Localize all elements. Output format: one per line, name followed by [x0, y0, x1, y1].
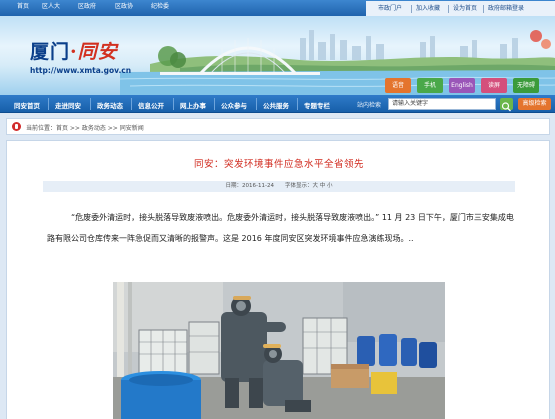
nav-item-news[interactable]: 政务动态 — [97, 100, 123, 110]
top-link-discipline[interactable]: 纪检委 — [151, 3, 169, 11]
add-favorite-link[interactable]: 加入收藏 — [416, 5, 440, 13]
top-link-home[interactable]: 首页 — [17, 3, 29, 11]
nav-item-disclosure[interactable]: 信息公开 — [138, 100, 164, 110]
screen-reader-button[interactable]: 读屏 — [481, 78, 507, 93]
divider — [48, 98, 49, 110]
nav-item-participation[interactable]: 公众参与 — [221, 100, 247, 110]
top-link-government[interactable]: 区政府 — [78, 3, 96, 11]
divider — [448, 5, 449, 13]
article-title: 同安：突发环境事件应急水平全省领先 — [193, 159, 364, 170]
search-input[interactable]: 请输入关键字 — [388, 98, 496, 110]
site-banner: 厦门·同安 http://www.xmta.gov.cn 语音 手机 Engli… — [0, 16, 555, 95]
advanced-search-button[interactable]: 高级检索 — [518, 98, 551, 110]
divider — [297, 98, 298, 110]
nav-item-about[interactable]: 走进同安 — [55, 100, 81, 110]
english-button[interactable]: English — [449, 78, 475, 93]
divider — [131, 98, 132, 110]
article-panel: 同安：突发环境事件应急水平全省领先 日期：2016-11-24 字体显示：大 中… — [6, 140, 550, 419]
article-photo — [113, 282, 445, 419]
main-nav: 同安首页 走进同安 政务动态 信息公开 网上办事 公众参与 公共服务 专题专栏 … — [0, 95, 555, 113]
breadcrumb: 当前位置：首页 >> 政务动态 >> 同安新闻 — [6, 118, 550, 135]
divider — [173, 98, 174, 110]
divider — [483, 5, 484, 13]
article-meta: 日期：2016-11-24 字体显示：大 中 小 — [43, 181, 515, 192]
logo-dot: · — [70, 41, 78, 63]
divider — [411, 5, 412, 13]
top-utility-bar: 首页 区人大 区政府 区政协 纪检委 市政门户 加入收藏 设为首页 政府邮箱登录 — [0, 0, 555, 16]
top-right-links: 市政门户 加入收藏 设为首页 政府邮箱登录 — [366, 1, 555, 16]
nav-item-online-service[interactable]: 网上办事 — [180, 100, 206, 110]
drill-scene-photo — [113, 282, 445, 419]
logo-city: 厦门 — [30, 41, 71, 63]
nav-item-home[interactable]: 同安首页 — [14, 100, 40, 110]
set-homepage-link[interactable]: 设为首页 — [453, 5, 477, 13]
mail-login-link[interactable]: 政府邮箱登录 — [488, 5, 524, 13]
voice-button[interactable]: 语音 — [385, 78, 411, 93]
page: 首页 区人大 区政府 区政协 纪检委 市政门户 加入收藏 设为首页 政府邮箱登录 — [0, 0, 555, 419]
search-button[interactable] — [500, 98, 513, 112]
top-link-congress[interactable]: 区人大 — [42, 3, 60, 11]
search-label: 站内检索 — [357, 102, 382, 109]
accessibility-button[interactable]: 无障碍 — [513, 78, 539, 93]
article-paragraph: “危废委外清运时，接头脱落导致废液喷出。危废委外清运时，接头脱落导致废液喷出。”… — [47, 207, 517, 249]
article-paragraph-text: “危废委外清运时，接头脱落导致废液喷出。危废委外清运时，接头脱落导致废液喷出。”… — [47, 213, 514, 243]
city-portal-link[interactable]: 市政门户 — [378, 5, 402, 13]
breadcrumb-text: 当前位置：首页 >> 政务动态 >> 同安新闻 — [26, 125, 144, 132]
nav-item-public-service[interactable]: 公共服务 — [263, 100, 289, 110]
divider — [214, 98, 215, 110]
search-icon — [501, 102, 511, 112]
nav-item-special-topics[interactable]: 专题专栏 — [304, 100, 330, 110]
top-link-cppcc[interactable]: 区政协 — [115, 3, 133, 11]
site-logo[interactable]: 厦门·同安 — [30, 37, 118, 64]
divider — [90, 98, 91, 110]
location-icon — [12, 122, 21, 131]
logo-district: 同安 — [77, 41, 118, 63]
divider — [256, 98, 257, 110]
mobile-button[interactable]: 手机 — [417, 78, 443, 93]
site-url: http://www.xmta.gov.cn — [30, 66, 132, 75]
